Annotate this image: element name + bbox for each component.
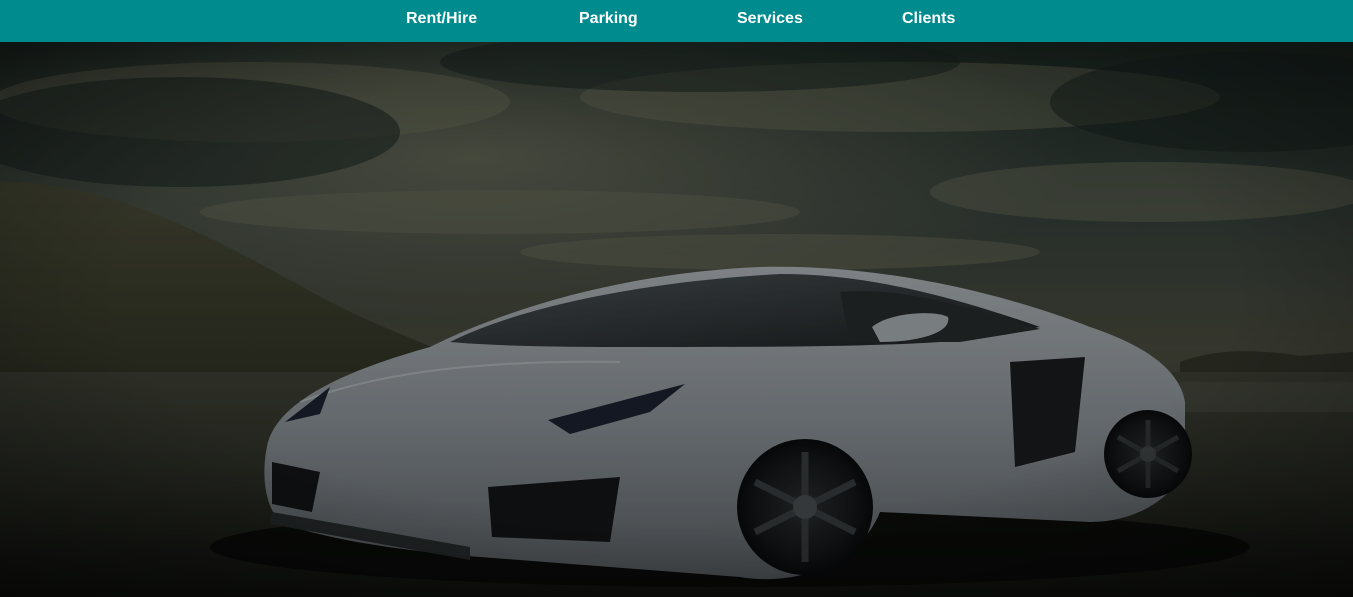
top-navigation-bar: Rent/Hire Parking Services Clients <box>0 0 1353 42</box>
nav-link-services[interactable]: Services <box>737 0 803 38</box>
nav-link-rent-hire[interactable]: Rent/Hire <box>406 0 477 38</box>
hero-car-image <box>0 42 1353 597</box>
hero-banner <box>0 42 1353 597</box>
nav-link-parking[interactable]: Parking <box>579 0 638 38</box>
nav-link-clients[interactable]: Clients <box>902 0 955 38</box>
